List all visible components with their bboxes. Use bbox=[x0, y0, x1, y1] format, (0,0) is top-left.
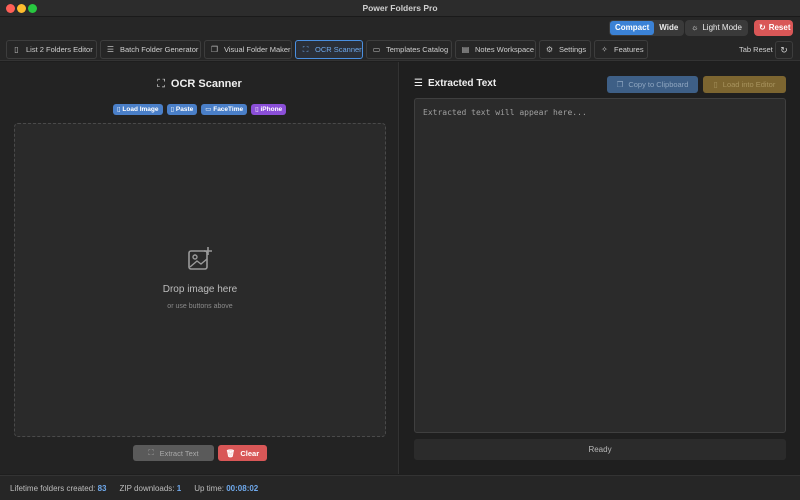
clear-label: Clear bbox=[240, 448, 260, 458]
toolbar: Compact Wide ☼ Light Mode ↻ Reset bbox=[0, 17, 800, 39]
wide-button[interactable]: Wide bbox=[654, 21, 683, 35]
tab-label: Notes Workspace bbox=[475, 45, 535, 54]
tab-list-2-folders-editor[interactable]: ▯ List 2 Folders Editor bbox=[6, 40, 97, 59]
light-mode-button[interactable]: ☼ Light Mode bbox=[685, 20, 748, 36]
uptime-stat: Up time: 00:08:02 bbox=[194, 484, 258, 500]
folder-icon: ▭ bbox=[372, 45, 381, 54]
copy-to-clipboard-button[interactable]: ❐ Copy to Clipboard bbox=[607, 76, 698, 93]
image-stack-icon: ❐ bbox=[210, 45, 219, 54]
folders-label: Lifetime folders created: bbox=[10, 484, 96, 493]
tab-label: Visual Folder Maker bbox=[224, 45, 291, 54]
sun-icon: ☼ bbox=[691, 23, 699, 32]
uptime-value: 00:08:02 bbox=[226, 484, 259, 493]
window-title: Power Folders Pro bbox=[362, 3, 438, 13]
tab-templates-catalog[interactable]: ▭ Templates Catalog bbox=[366, 40, 452, 59]
gear-icon: ⚙ bbox=[545, 45, 554, 54]
ocr-panel: ⛶ OCR Scanner ▯ Load Image ▯ Paste ▭ Face… bbox=[0, 62, 399, 474]
extracted-heading: ☰ Extracted Text bbox=[414, 78, 496, 89]
tab-label: Settings bbox=[559, 45, 587, 54]
ocr-heading: ⛶ OCR Scanner bbox=[0, 78, 399, 91]
compact-button[interactable]: Compact bbox=[610, 21, 655, 35]
title-bar: Power Folders Pro bbox=[0, 0, 800, 17]
chip-label: Load Image bbox=[122, 106, 159, 113]
extracted-text-area[interactable] bbox=[414, 98, 786, 433]
tab-visual-folder-maker[interactable]: ❐ Visual Folder Maker bbox=[204, 40, 292, 59]
folders-value: 83 bbox=[97, 484, 107, 493]
add-image-icon bbox=[188, 247, 212, 270]
tab-label: Batch Folder Generator bbox=[120, 45, 199, 54]
drop-hint: Drop image here bbox=[162, 284, 238, 295]
trash-icon: 🗑 bbox=[225, 448, 236, 458]
reset-button[interactable]: ↻ Reset bbox=[754, 20, 793, 36]
tab-label: OCR Scanner bbox=[315, 45, 362, 54]
lines-icon: ☰ bbox=[414, 78, 423, 89]
status-footer: Lifetime folders created: 83 ZIP downloa… bbox=[0, 475, 800, 500]
document-icon: ▯ bbox=[713, 80, 718, 89]
zip-stat: ZIP downloads: 1 bbox=[120, 484, 182, 500]
scan-icon: ⛶ bbox=[302, 44, 309, 54]
tab-settings[interactable]: ⚙ Settings bbox=[539, 40, 591, 59]
load-into-editor-button[interactable]: ▯ Load into Editor bbox=[703, 76, 786, 93]
iphone-button[interactable]: ▯ iPhone bbox=[251, 104, 287, 115]
load-label: Load into Editor bbox=[722, 80, 776, 89]
scan-icon: ⛶ bbox=[157, 78, 165, 90]
zip-label: ZIP downloads: bbox=[119, 484, 175, 493]
clear-button[interactable]: 🗑 Clear bbox=[218, 445, 267, 461]
tab-notes-workspace[interactable]: ▤ Notes Workspace bbox=[455, 40, 536, 59]
tab-ocr-scanner[interactable]: ⛶ OCR Scanner bbox=[295, 40, 363, 59]
scan-text-icon: ⛶ bbox=[148, 448, 154, 457]
source-chips: ▯ Load Image ▯ Paste ▭ FaceTime ▯ iPhone bbox=[113, 104, 287, 115]
copy-label: Copy to Clipboard bbox=[628, 80, 689, 89]
drop-subhint: or use buttons above bbox=[167, 303, 233, 310]
refresh-icon: ↻ bbox=[780, 45, 788, 55]
tab-features[interactable]: ✧ Features bbox=[594, 40, 648, 59]
copy-icon: ❐ bbox=[616, 80, 624, 89]
ocr-title: OCR Scanner bbox=[170, 78, 242, 90]
tab-label: Features bbox=[614, 45, 644, 54]
list-icon: ☰ bbox=[106, 45, 115, 54]
tab-reset-label: Tab Reset bbox=[739, 45, 773, 54]
uptime-label: Up time: bbox=[194, 484, 224, 493]
tab-batch-folder-generator[interactable]: ☰ Batch Folder Generator bbox=[100, 40, 201, 59]
chip-label: iPhone bbox=[260, 106, 283, 113]
light-mode-label: Light Mode bbox=[702, 23, 742, 32]
load-image-button[interactable]: ▯ Load Image bbox=[113, 104, 163, 115]
folders-stat: Lifetime folders created: 83 bbox=[10, 484, 107, 500]
layout-toggle: Compact Wide bbox=[609, 20, 685, 36]
tab-label: Templates Catalog bbox=[386, 45, 449, 54]
tab-label: List 2 Folders Editor bbox=[26, 45, 93, 54]
tab-bar: ▯ List 2 Folders Editor ☰ Batch Folder G… bbox=[0, 39, 800, 61]
zip-value: 1 bbox=[176, 484, 182, 493]
extract-text-button[interactable]: ⛶ Extract Text bbox=[133, 445, 214, 461]
facetime-button[interactable]: ▭ FaceTime bbox=[201, 104, 248, 115]
reset-label: Reset bbox=[768, 23, 791, 32]
note-icon: ▤ bbox=[461, 45, 470, 54]
extract-label: Extract Text bbox=[159, 448, 199, 458]
chip-label: FaceTime bbox=[213, 106, 244, 113]
clipboard-icon: ▯ bbox=[14, 45, 19, 54]
tab-reset-button[interactable]: ↻ bbox=[775, 41, 793, 59]
sparkles-icon: ✧ bbox=[601, 45, 608, 54]
image-dropzone[interactable]: Drop image here or use buttons above bbox=[14, 123, 386, 437]
status-indicator: Ready bbox=[414, 439, 786, 460]
paste-button[interactable]: ▯ Paste bbox=[166, 104, 198, 115]
chip-label: Paste bbox=[175, 106, 194, 113]
extracted-title: Extracted Text bbox=[427, 78, 497, 89]
reset-icon: ↻ bbox=[759, 23, 766, 32]
extracted-text-panel: ☰ Extracted Text ❐ Copy to Clipboard ▯ L… bbox=[400, 62, 800, 474]
